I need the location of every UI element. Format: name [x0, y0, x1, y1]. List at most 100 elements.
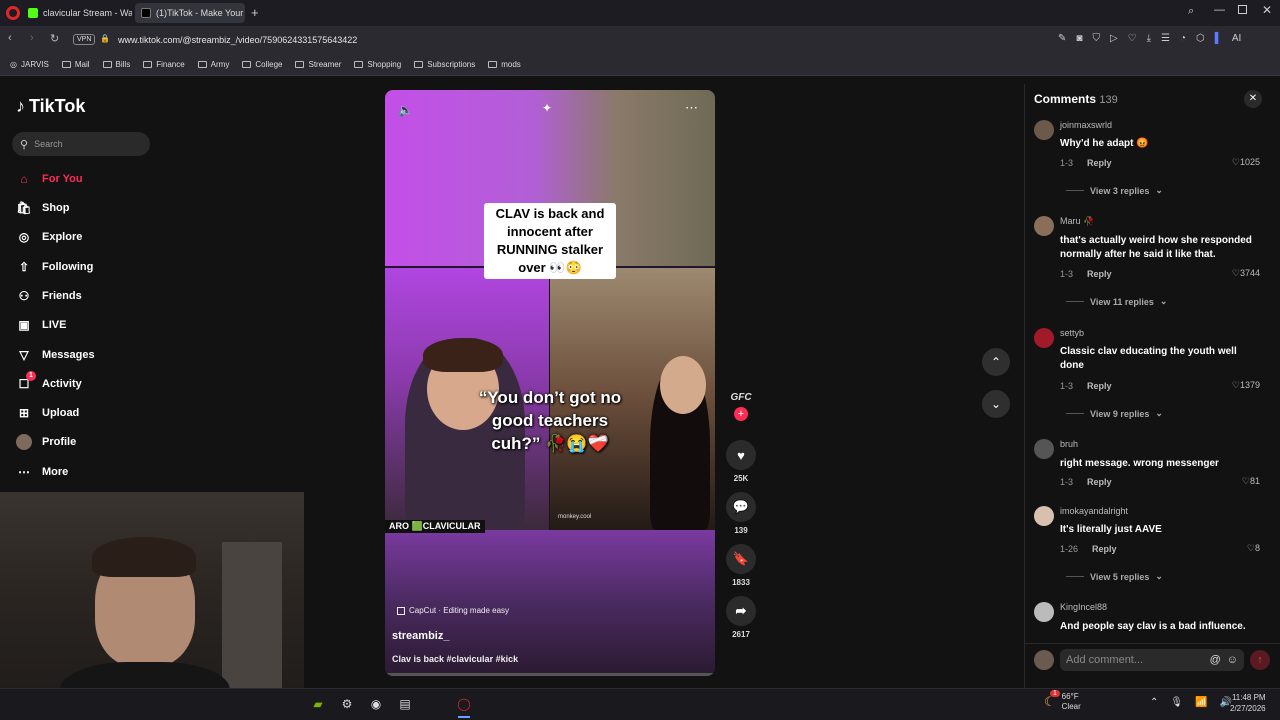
comment-like-button[interactable]: ♡1379	[1232, 380, 1260, 391]
mention-icon[interactable]: @	[1210, 654, 1221, 666]
app-icon[interactable]: ▤	[397, 696, 413, 712]
ai-button[interactable]: AI	[1232, 33, 1241, 44]
sidebar-item-live[interactable]: ▣ LIVE	[16, 317, 66, 333]
search-input[interactable]: ⚲ Search	[12, 132, 150, 156]
close-window-button[interactable]: ✕	[1262, 3, 1272, 17]
sidebar-item-more[interactable]: ⋯ More	[16, 464, 68, 480]
browser-tab-clavicular[interactable]: clavicular Stream - Watch	[22, 3, 132, 23]
tiktok-logo[interactable]: ♪ TikTok	[16, 96, 85, 117]
shield-icon[interactable]: ⛉	[1092, 33, 1100, 44]
video-player[interactable]: monkey.cool 🔈 ✦ ⋯ CLAV is back and innoc…	[385, 90, 715, 676]
comment-username[interactable]: Maru 🥀	[1060, 216, 1094, 227]
bookmark-jarvis[interactable]: ◎ JARVIS	[10, 60, 49, 69]
play-icon[interactable]: ▷	[1110, 33, 1118, 44]
sidebar-item-friends[interactable]: ⚇ Friends	[16, 288, 82, 304]
avatar[interactable]	[1034, 216, 1054, 236]
reply-button[interactable]: Reply	[1087, 269, 1112, 279]
sidebar-item-following[interactable]: ⇧ Following	[16, 259, 93, 275]
save-button[interactable]: 🔖 1833	[726, 544, 756, 587]
view-replies-button[interactable]: View 3 replies ⌄	[1066, 185, 1163, 196]
video-author[interactable]: streambiz_	[392, 630, 449, 642]
comment-like-button[interactable]: ♡8	[1247, 543, 1260, 554]
comment-username[interactable]: joinmaxswrld	[1060, 120, 1112, 130]
sidebar-item-upload[interactable]: ⊞ Upload	[16, 405, 79, 421]
avatar[interactable]	[1034, 506, 1054, 526]
view-replies-button[interactable]: View 5 replies ⌄	[1066, 571, 1163, 582]
clock[interactable]: 11:48 PM 2/27/2026	[1230, 692, 1266, 714]
avatar[interactable]	[1034, 120, 1054, 140]
previous-video-button[interactable]: ⌃	[982, 348, 1010, 376]
next-video-button[interactable]: ⌄	[982, 390, 1010, 418]
bookmark-bills[interactable]: Bills	[102, 60, 130, 69]
weather-widget[interactable]: ☾ 1 66°F Clear	[1044, 690, 1081, 712]
mute-icon[interactable]: 🔈	[398, 103, 413, 117]
follow-plus-icon[interactable]: +	[734, 407, 748, 421]
emoji-icon[interactable]: ☺	[1227, 654, 1238, 666]
search-tabs-icon[interactable]: ⌕	[1188, 5, 1194, 18]
bookmark-shopping[interactable]: Shopping	[354, 60, 401, 69]
bookmark-mods[interactable]: mods	[488, 60, 521, 69]
nvidia-icon[interactable]: ▰	[310, 696, 326, 712]
sidebar-item-messages[interactable]: ▽ Messages	[16, 347, 94, 363]
extensions-icon[interactable]: ⬡	[1196, 33, 1205, 44]
comment-like-button[interactable]: ♡3744	[1232, 268, 1260, 279]
bookmark-army[interactable]: Army	[197, 60, 229, 69]
share-button[interactable]: ➦ 2617	[726, 596, 756, 639]
microphone-icon[interactable]: 🎙	[1170, 697, 1183, 708]
reply-button[interactable]: Reply	[1087, 477, 1112, 487]
close-comments-button[interactable]: ✕	[1244, 90, 1262, 108]
comment-button[interactable]: 💬 139	[726, 492, 756, 535]
bookmark-finance[interactable]: Finance	[143, 60, 185, 69]
opera-taskbar-icon[interactable]: ◯	[456, 696, 472, 712]
video-more-icon[interactable]: ⋯	[685, 100, 698, 116]
opera-menu-icon[interactable]	[6, 6, 20, 20]
obs-icon[interactable]: ◉	[368, 696, 384, 712]
view-replies-button[interactable]: View 11 replies ⌄	[1066, 296, 1167, 307]
reply-button[interactable]: Reply	[1092, 544, 1117, 554]
avatar[interactable]	[1034, 602, 1054, 622]
reload-icon[interactable]: ↻	[50, 32, 59, 45]
reply-button[interactable]: Reply	[1087, 158, 1112, 168]
forward-icon[interactable]: ›	[30, 32, 34, 44]
profile-icon[interactable]: ◔	[1180, 33, 1186, 44]
browser-tab-tiktok[interactable]: (1)TikTok - Make Your	[135, 3, 245, 23]
edit-icon[interactable]: ✎	[1058, 33, 1066, 44]
comment-username[interactable]: imokayandalright	[1060, 506, 1128, 516]
maximize-button[interactable]	[1238, 5, 1247, 14]
comment-like-button[interactable]: ♡1025	[1232, 157, 1260, 168]
view-replies-button[interactable]: View 9 replies ⌄	[1066, 408, 1163, 419]
wifi-icon[interactable]: 📶	[1195, 697, 1207, 708]
steam-icon[interactable]: ⚙	[339, 696, 355, 712]
download-icon[interactable]: ⤓	[1147, 33, 1151, 44]
like-button[interactable]: ♥ 25K	[726, 440, 756, 483]
avatar[interactable]	[1034, 439, 1054, 459]
post-comment-button[interactable]: ↑	[1250, 650, 1270, 670]
sidebar-item-for-you[interactable]: ⌂ For You	[16, 171, 82, 187]
comment-like-button[interactable]: ♡81	[1242, 476, 1260, 487]
sidebar-item-explore[interactable]: ◎ Explore	[16, 229, 83, 245]
sparkle-icon[interactable]: ✦	[542, 101, 552, 115]
bookmark-subscriptions[interactable]: Subscriptions	[414, 60, 475, 69]
capcut-label[interactable]: CapCut · Editing made easy	[397, 606, 509, 615]
chevron-up-icon[interactable]: ⌃	[1150, 697, 1158, 708]
url-field[interactable]: www.tiktok.com/@streambiz_/video/7590624…	[118, 32, 1058, 48]
comment-username[interactable]: KingIncel88	[1060, 602, 1107, 612]
sidebar-item-activity[interactable]: ☐ 1 Activity	[16, 371, 82, 392]
heart-icon[interactable]: ♡	[1128, 33, 1137, 44]
comment-username[interactable]: settyb	[1060, 328, 1084, 338]
video-progress-bar[interactable]	[385, 673, 715, 676]
vpn-badge[interactable]: VPN	[73, 34, 96, 45]
reply-button[interactable]: Reply	[1087, 381, 1112, 391]
comment-username[interactable]: bruh	[1060, 439, 1078, 449]
bookmark-mail[interactable]: Mail	[61, 60, 90, 69]
bookmark-streamer[interactable]: Streamer	[295, 60, 341, 69]
creator-avatar[interactable]: GFC +	[726, 392, 756, 421]
menu-icon[interactable]: ☰	[1161, 33, 1170, 44]
new-tab-button[interactable]: +	[251, 5, 259, 20]
minimize-button[interactable]: —	[1214, 4, 1225, 16]
sidebar-item-profile[interactable]: Profile	[16, 434, 76, 450]
bookmark-college[interactable]: College	[242, 60, 282, 69]
avatar[interactable]	[1034, 328, 1054, 348]
add-comment-input[interactable]: Add comment... @ ☺	[1060, 649, 1244, 671]
camera-icon[interactable]: ◙	[1076, 33, 1082, 44]
